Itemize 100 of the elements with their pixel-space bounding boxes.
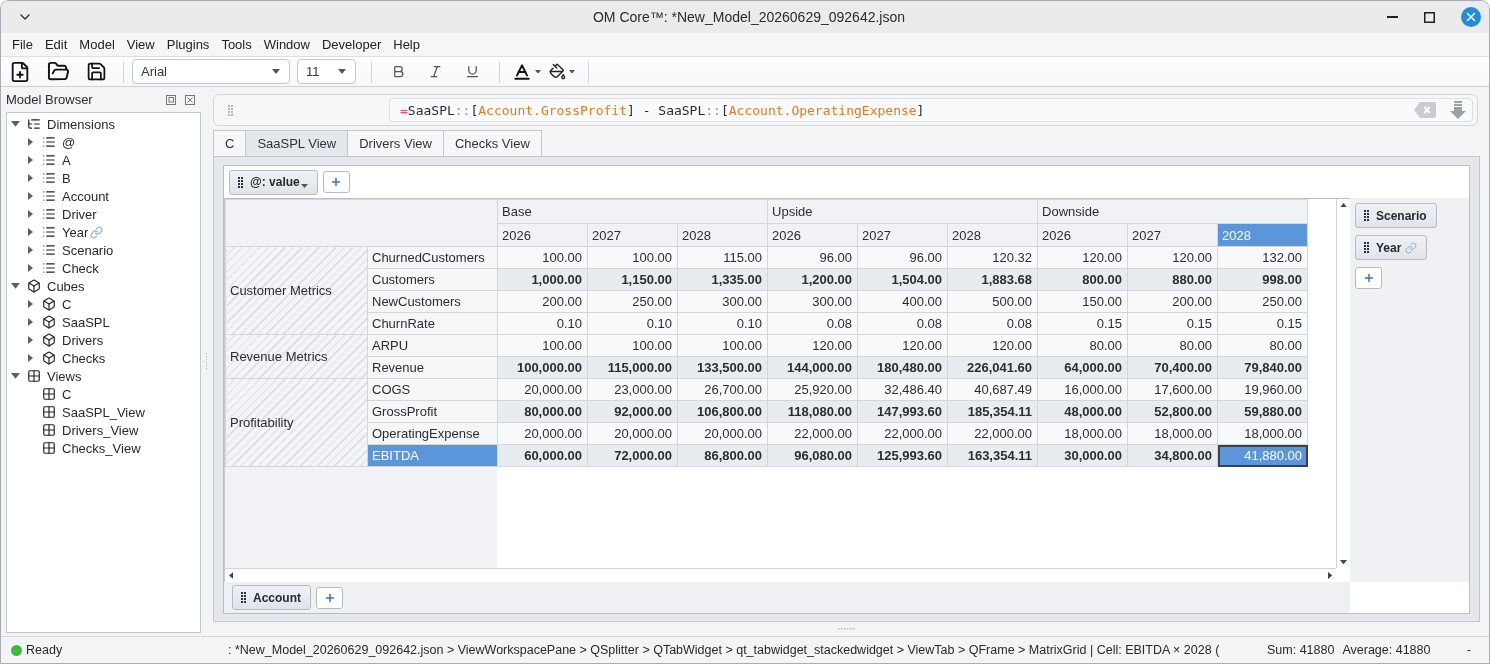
row-header[interactable]: ChurnRate [367,312,498,335]
scroll-right-icon[interactable] [1327,572,1332,579]
caret-right-icon[interactable] [27,228,33,236]
caret-down-icon [338,69,346,74]
average-text: Average: 41880 [1342,643,1431,657]
caret-right-icon[interactable] [27,246,33,254]
float-icon[interactable] [166,94,176,105]
measure-chip[interactable]: @: value [229,169,318,195]
table-icon [42,423,56,437]
caret-down-icon [300,184,308,188]
tree-item[interactable]: C [62,386,72,402]
tree-item[interactable]: Check [62,260,99,276]
caret-right-icon[interactable] [27,210,33,218]
dimension-chip[interactable]: Account [232,585,311,610]
cube-icon [42,297,56,311]
caret-right-icon[interactable] [27,318,33,326]
status-dot-icon [11,644,22,656]
tree-item[interactable]: C [62,296,72,312]
tree-item[interactable]: Driver [62,206,97,222]
table-icon [27,369,41,383]
caret-right-icon[interactable] [27,300,33,308]
menu-item[interactable]: File [6,37,39,52]
caret-right-icon[interactable] [27,174,33,182]
font-size-dropdown[interactable]: 11 [297,59,356,84]
caret-right-icon[interactable] [27,336,33,344]
caret-down-icon[interactable] [569,69,575,74]
caret-right-icon[interactable] [27,156,33,164]
list-tree-icon [27,117,41,131]
tree-item[interactable]: Cubes [47,278,85,294]
row-header[interactable]: NewCustomers [367,290,498,313]
new-file-icon[interactable] [9,60,31,83]
dimension-chip[interactable]: Scenario [1355,203,1437,228]
list-icon [42,189,56,203]
tree-item[interactable]: Checks [62,350,106,366]
menu-item[interactable]: Plugins [160,37,216,52]
caret-right-icon[interactable] [27,264,33,272]
add-button[interactable] [1355,267,1382,289]
status-text: - [1466,643,1471,657]
caret-right-icon[interactable] [27,192,33,200]
splitter-handle-icon [838,628,855,630]
menu-item[interactable]: View [120,37,161,52]
caret-right-icon[interactable] [27,354,33,362]
tree-item[interactable]: Checks_View [62,440,141,456]
row-header[interactable]: COGS [367,378,498,401]
menu-item[interactable]: Model [73,37,121,52]
add-button[interactable] [322,171,350,193]
save-icon[interactable] [85,61,107,82]
tree-item[interactable]: @ [62,134,76,150]
caret-down-icon[interactable] [10,121,20,127]
row-header[interactable]: ARPU [367,334,498,357]
row-header[interactable]: ChurnedCustomers [367,246,498,269]
row-header[interactable]: OperatingExpense [367,422,498,445]
text-color-icon[interactable] [511,61,532,82]
italic-icon[interactable] [428,64,443,79]
tree-item[interactable]: Dimensions [47,116,115,132]
tab[interactable]: Checks View [442,130,542,156]
bold-icon[interactable] [391,64,406,79]
cube-icon [27,279,41,293]
tree-item[interactable]: Drivers [62,332,104,348]
fill-color-icon[interactable] [549,63,566,80]
add-button[interactable] [316,586,343,609]
column-group-header: Upside [767,199,1038,224]
caret-down-icon[interactable] [10,283,20,289]
menu-item[interactable]: Edit [38,37,74,52]
close-icon[interactable] [1461,7,1481,27]
tab[interactable]: C [213,130,247,156]
list-icon [42,153,56,167]
underline-icon[interactable] [465,64,480,79]
font-dropdown[interactable]: Arial [132,59,290,84]
open-folder-icon[interactable] [46,60,70,83]
caret-down-icon[interactable] [10,373,20,379]
row-header[interactable]: Customers [367,268,498,291]
plus-icon [1362,272,1375,284]
maximize-icon[interactable] [1424,11,1435,23]
scroll-up-icon[interactable] [1340,203,1347,208]
menu-item[interactable]: Developer [316,37,388,52]
tree-item[interactable]: Views [47,368,82,384]
menu-item[interactable]: Tools [215,37,258,52]
tree-item[interactable]: SaaSPL [62,314,110,330]
column-group-header: Base [497,199,768,224]
menu-item[interactable]: Window [257,37,316,52]
tree-item[interactable]: Scenario [62,242,114,258]
tab[interactable]: SaaSPL View [245,130,349,156]
close-icon[interactable] [185,94,195,105]
caret-right-icon[interactable] [27,138,33,146]
scroll-left-icon[interactable] [229,572,234,579]
tree-item[interactable]: Drivers_View [62,422,139,438]
drag-handle-icon [228,104,233,116]
dimension-chip[interactable]: Year [1355,235,1428,260]
row-header[interactable]: GrossProfit [367,400,498,423]
scroll-down-icon[interactable] [1340,559,1347,564]
menu-item[interactable]: Help [387,37,426,52]
tree-item[interactable]: A [62,152,71,168]
tree-item[interactable]: Year [62,224,89,240]
row-header[interactable]: Revenue [367,356,498,379]
tree-item[interactable]: Account [62,188,109,204]
caret-down-icon[interactable] [534,69,541,74]
tree-item[interactable]: B [62,170,71,186]
tree-item[interactable]: SaaSPL_View [62,404,145,420]
status-text: Ready [26,643,63,657]
